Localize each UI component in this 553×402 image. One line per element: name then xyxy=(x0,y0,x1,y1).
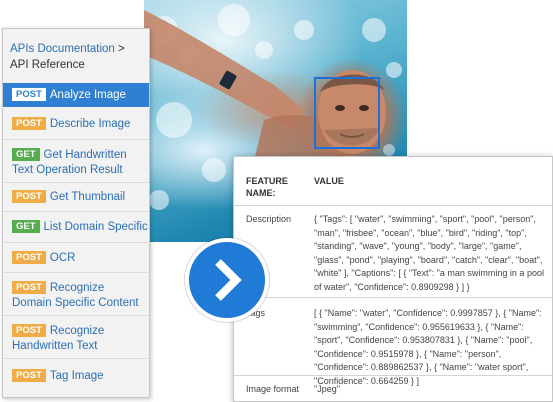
divider xyxy=(3,182,149,183)
api-item-get-handwritten-text-result[interactable]: GET Get Handwritten Text Operation Result xyxy=(3,148,143,178)
divider xyxy=(3,272,149,273)
row-divider xyxy=(234,297,552,298)
divider xyxy=(3,242,149,243)
api-item-label: List Domain Specific Mo xyxy=(43,221,149,233)
row-divider xyxy=(234,205,552,206)
api-item-label: Get Thumbnail xyxy=(49,191,126,203)
divider xyxy=(3,358,149,359)
api-item-recognize-handwritten-text[interactable]: POST Recognize Handwritten Text xyxy=(3,324,143,354)
api-reference-panel: APIs Documentation > API Reference POST A… xyxy=(2,28,150,398)
api-item-tag-image[interactable]: POST Tag Image xyxy=(3,369,149,384)
column-header-value: VALUE xyxy=(314,176,344,186)
api-item-analyze-image[interactable]: POST Analyze Image xyxy=(3,83,149,107)
chevron-right-icon xyxy=(215,259,242,301)
method-badge: GET xyxy=(12,220,40,233)
feature-description: Description xyxy=(246,214,292,224)
breadcrumb-separator: > xyxy=(114,43,125,55)
api-item-ocr[interactable]: POST OCR xyxy=(3,251,149,266)
value-image-format: "Jpeg" xyxy=(314,384,340,394)
method-badge: POST xyxy=(12,117,46,130)
breadcrumb-current: API Reference xyxy=(10,59,85,71)
row-divider xyxy=(234,375,552,376)
method-badge: POST xyxy=(12,190,46,203)
breadcrumb: APIs Documentation > API Reference xyxy=(3,29,149,83)
api-item-list-domain-models[interactable]: GETList Domain Specific Mo xyxy=(3,220,149,235)
divider xyxy=(3,139,149,140)
method-badge: POST xyxy=(12,88,46,101)
method-badge: POST xyxy=(12,324,46,337)
api-item-label: OCR xyxy=(49,252,76,264)
method-badge: POST xyxy=(12,281,46,294)
divider xyxy=(3,211,149,212)
api-item-describe-image[interactable]: POST Describe Image xyxy=(3,117,149,132)
feature-image-format: Image format xyxy=(246,384,300,394)
breadcrumb-link[interactable]: APIs Documentation xyxy=(10,43,115,55)
method-badge: POST xyxy=(12,369,46,382)
face-detection-box xyxy=(314,77,380,149)
method-badge: POST xyxy=(12,251,46,264)
value-description: { "Tags": [ "water", "swimming", "sport"… xyxy=(314,214,544,292)
divider xyxy=(3,315,149,316)
method-badge: GET xyxy=(12,148,40,161)
api-item-get-thumbnail[interactable]: POST Get Thumbnail xyxy=(3,190,149,205)
result-table: FEATURE NAME: VALUE Description { "Tags"… xyxy=(233,156,553,402)
column-header-feature: FEATURE NAME: xyxy=(246,176,288,198)
api-item-recognize-domain-content[interactable]: POST Recognize Domain Specific Content xyxy=(3,281,143,311)
api-item-label: Describe Image xyxy=(49,118,131,130)
api-item-label: Tag Image xyxy=(49,370,104,382)
next-arrow-button[interactable] xyxy=(185,238,269,322)
api-item-label: Analyze Image xyxy=(49,89,126,101)
